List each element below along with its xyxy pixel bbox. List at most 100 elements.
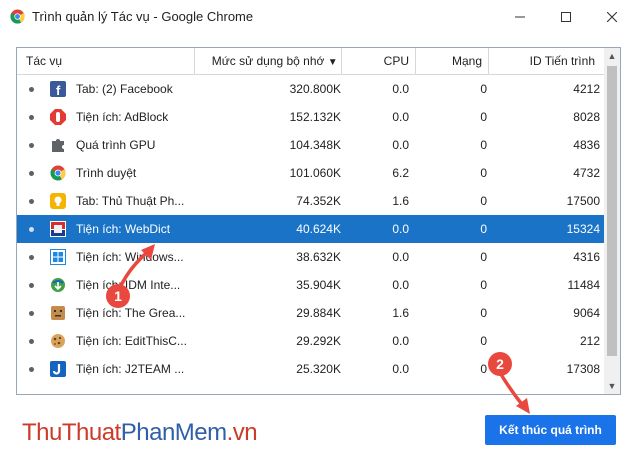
header-cpu[interactable]: CPU [342, 48, 416, 74]
row-memory: 320.800K [289, 82, 341, 96]
row-memory: 38.632K [296, 250, 341, 264]
sort-desc-icon: ▼ [327, 57, 338, 68]
row-name: Tiện ích: AdBlock [76, 110, 169, 124]
row-cpu: 0.0 [392, 278, 409, 292]
row-name: Tab: (2) Facebook [76, 82, 173, 96]
row-memory: 29.292K [296, 334, 341, 348]
row-network: 0 [480, 306, 487, 320]
scroll-thumb[interactable] [607, 66, 617, 356]
chrome-logo-icon [10, 9, 25, 24]
table-row-selected[interactable]: Tiện ích: WebDict 40.624K 0.0 0 15324 [17, 215, 604, 243]
row-cpu: 0.0 [392, 82, 409, 96]
row-network: 0 [480, 278, 487, 292]
watermark-part2: PhanMem [120, 419, 227, 446]
lightbulb-icon [49, 192, 66, 209]
row-bullet [29, 227, 34, 232]
table-row[interactable]: Tab: Thủ Thuật Ph... 74.352K 1.6 0 17500 [17, 187, 604, 215]
row-network: 0 [480, 82, 487, 96]
scroll-up-icon[interactable]: ▲ [604, 48, 620, 64]
row-name: Tiện ích: IDM Inte... [76, 278, 181, 292]
row-bullet [29, 115, 34, 120]
row-memory: 25.320K [296, 362, 341, 376]
minimize-icon [515, 16, 525, 18]
header-task-label: Tác vụ [26, 54, 63, 68]
row-name: Tiện ích: WebDict [76, 222, 171, 236]
row-pid: 11484 [567, 278, 600, 292]
row-pid: 4212 [573, 82, 600, 96]
row-cpu: 0.0 [392, 334, 409, 348]
facebook-icon: f [49, 80, 66, 97]
row-network: 0 [480, 110, 487, 124]
row-name: Tiện ích: EditThisC... [76, 334, 187, 348]
row-network: 0 [480, 194, 487, 208]
row-bullet [29, 199, 34, 204]
row-name: Tiện ích: Windows... [76, 250, 184, 264]
row-pid: 17500 [566, 194, 600, 208]
row-network: 0 [480, 138, 487, 152]
watermark-part1: ThuThuat [22, 419, 121, 446]
j2team-icon [49, 360, 66, 377]
row-bullet [29, 311, 34, 316]
header-task[interactable]: Tác vụ [17, 48, 195, 74]
adblock-icon [49, 108, 66, 125]
svg-text:f: f [56, 83, 61, 97]
row-cpu: 0.0 [392, 110, 409, 124]
watermark-part3: .vn [226, 419, 258, 446]
header-network-label: Mạng [451, 54, 482, 68]
row-pid: 8028 [573, 110, 600, 124]
header-memory[interactable]: Mức sử dụng bộ nhớ ▼ [194, 48, 342, 74]
puzzle-icon [49, 136, 66, 153]
row-network: 0 [480, 166, 487, 180]
row-pid: 15324 [566, 222, 600, 236]
row-name: Tiện ích: The Grea... [76, 306, 186, 320]
minimize-button[interactable] [497, 0, 543, 34]
row-network: 0 [480, 362, 487, 376]
row-bullet [29, 339, 34, 344]
table-row[interactable]: Tiện ích: The Grea... 29.884K 1.6 0 9064 [17, 299, 604, 327]
row-name: Tab: Thủ Thuật Ph... [76, 194, 185, 208]
row-memory: 152.132K [289, 110, 341, 124]
row-network: 0 [480, 222, 487, 236]
row-cpu: 0.0 [392, 250, 409, 264]
header-network[interactable]: Mạng [416, 48, 489, 74]
table-row[interactable]: Tiện ích: EditThisC... 29.292K 0.0 0 212 [17, 327, 604, 355]
close-icon [607, 12, 617, 22]
webdict-icon [49, 220, 66, 237]
chrome-icon [49, 164, 66, 181]
maximize-icon [561, 12, 571, 22]
table-row[interactable]: Tiện ích: AdBlock 152.132K 0.0 0 8028 [17, 103, 604, 131]
row-cpu: 0.0 [392, 362, 409, 376]
row-bullet [29, 367, 34, 372]
row-pid: 4836 [573, 138, 600, 152]
row-pid: 4316 [573, 250, 600, 264]
row-pid: 212 [579, 334, 600, 348]
header-cpu-label: CPU [383, 54, 409, 68]
row-pid: 9064 [573, 306, 600, 320]
great-suspender-icon [49, 304, 66, 321]
row-cpu: 1.6 [392, 306, 409, 320]
table-header: Tác vụ Mức sử dụng bộ nhớ ▼ CPU Mạng ID … [17, 48, 604, 75]
table-row[interactable]: f Tab: (2) Facebook 320.800K 0.0 0 4212 [17, 75, 604, 103]
annotation-step-2: 2 [488, 352, 512, 376]
table-row[interactable]: Trình duyệt 101.060K 6.2 0 4732 [17, 159, 604, 187]
task-table: Tác vụ Mức sử dụng bộ nhớ ▼ CPU Mạng ID … [16, 47, 621, 395]
table-body: f Tab: (2) Facebook 320.800K 0.0 0 4212 … [17, 75, 604, 383]
maximize-button[interactable] [543, 0, 589, 34]
end-process-button[interactable]: Kết thúc quá trình [485, 415, 616, 445]
annotation-step-1: 1 [106, 284, 130, 308]
row-memory: 101.060K [289, 166, 341, 180]
row-network: 0 [480, 334, 487, 348]
row-cpu: 1.6 [392, 194, 409, 208]
vertical-scrollbar[interactable]: ▲ ▼ [604, 48, 620, 394]
idm-icon [49, 276, 66, 293]
row-name: Tiện ích: J2TEAM ... [76, 362, 185, 376]
header-pid[interactable]: ID Tiến trình [489, 48, 595, 74]
table-row[interactable]: Tiện ích: J2TEAM ... 25.320K 0.0 0 17308 [17, 355, 604, 383]
row-memory: 74.352K [296, 194, 341, 208]
table-row[interactable]: Tiện ích: Windows... 38.632K 0.0 0 4316 [17, 243, 604, 271]
scroll-down-icon[interactable]: ▼ [604, 378, 620, 394]
table-row[interactable]: Quá trình GPU 104.348K 0.0 0 4836 [17, 131, 604, 159]
close-button[interactable] [589, 0, 635, 34]
row-bullet [29, 143, 34, 148]
row-memory: 29.884K [296, 306, 341, 320]
